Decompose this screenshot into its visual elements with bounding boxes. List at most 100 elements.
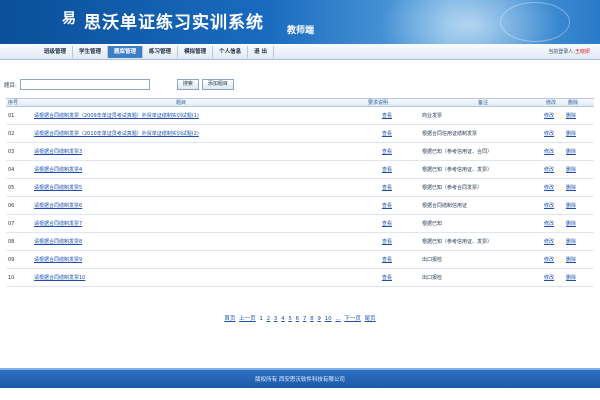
table-header: 序号 题目 要求说明 备注 修改 删除 — [6, 98, 594, 107]
pager-prev[interactable]: 上一页 — [239, 316, 256, 322]
row-no: 10 — [8, 274, 15, 281]
row-note: 根据已知 — [422, 221, 443, 227]
pager-page[interactable]: 3 — [274, 316, 278, 322]
view-link[interactable]: 查看 — [382, 131, 392, 137]
pager-page[interactable]: 6 — [296, 316, 300, 322]
pager-page[interactable]: 4 — [281, 316, 285, 322]
pager-first[interactable]: 首页 — [224, 316, 235, 322]
view-link[interactable]: 查看 — [382, 149, 392, 155]
delete-link[interactable]: 删除 — [566, 167, 576, 173]
nav-item-students[interactable]: 学生管理 — [73, 46, 109, 58]
header-banner: 易 思沃单证练习实训系统 教师端 — [0, 0, 600, 44]
edit-link[interactable]: 修改 — [544, 131, 554, 137]
edit-link[interactable]: 修改 — [544, 113, 554, 119]
pager-last[interactable]: 尾页 — [365, 316, 376, 322]
question-link[interactable]: 请根据合同缮制发票8 — [34, 239, 82, 245]
header-name: 题目 — [176, 100, 187, 106]
delete-link[interactable]: 删除 — [566, 185, 576, 191]
edit-link[interactable]: 修改 — [544, 149, 554, 155]
view-link[interactable]: 查看 — [382, 275, 392, 281]
add-question-button[interactable]: 添加题目 — [201, 79, 234, 90]
table-row: 10 请根据合同缮制发票10 查看 出口报检 修改 删除 — [6, 269, 594, 287]
nav-item-question-bank[interactable]: 题库管理 — [108, 46, 144, 58]
row-note: 根据合同信用证缮制发票 — [422, 131, 478, 137]
row-no: 07 — [8, 220, 15, 227]
pager-page[interactable]: 8 — [310, 316, 314, 322]
edit-link[interactable]: 修改 — [544, 221, 554, 227]
logo-icon: 易 — [62, 11, 76, 27]
login-info: 当前登录人:王晓妍 — [548, 48, 590, 55]
pager-next[interactable]: 下一页 — [344, 316, 361, 322]
view-link[interactable]: 查看 — [382, 203, 392, 209]
view-link[interactable]: 查看 — [382, 257, 392, 263]
search-button[interactable]: 搜索 — [176, 79, 199, 90]
nav-item-logout[interactable]: 退 出 — [248, 46, 275, 58]
delete-link[interactable]: 删除 — [566, 113, 576, 119]
search-label: 题目: — [4, 82, 17, 89]
view-link[interactable]: 查看 — [382, 239, 392, 245]
question-link[interactable]: 请根据合同缮制发票（2010年单证员考试真题）外贸单证缮制实训试题(2) — [34, 131, 199, 137]
row-no: 02 — [8, 130, 15, 137]
row-no: 04 — [8, 166, 15, 173]
pager-page[interactable]: 5 — [288, 316, 292, 322]
question-link[interactable]: 请根据合同缮制发票3 — [34, 149, 82, 155]
row-note: 根据已知（参考信用证、发票） — [422, 167, 493, 173]
view-link[interactable]: 查看 — [382, 221, 392, 227]
row-no: 09 — [8, 256, 15, 263]
header-desc: 要求说明 — [368, 100, 389, 106]
footer: 版权所有 西安思沃软件科技有限公司 — [0, 368, 600, 388]
main-nav: 班级管理 学生管理 题库管理 练习管理 模拟管理 个人信息 退 出 当前登录人:… — [0, 44, 600, 60]
pagination: 首页 上一页 1 2 3 4 5 6 7 8 9 10 ... 下一页 尾页 — [0, 314, 600, 322]
nav-item-class[interactable]: 班级管理 — [38, 46, 74, 58]
delete-link[interactable]: 删除 — [566, 221, 576, 227]
delete-link[interactable]: 删除 — [566, 257, 576, 263]
row-note: 根据已知（参考合同发票） — [422, 185, 483, 191]
table-row: 02 请根据合同缮制发票（2010年单证员考试真题）外贸单证缮制实训试题(2) … — [6, 125, 594, 143]
row-no: 06 — [8, 202, 15, 209]
table-row: 06 请根据合同缮制发票6 查看 根据合同缮制信用证 修改 删除 — [6, 197, 594, 215]
edit-link[interactable]: 修改 — [544, 203, 554, 209]
edit-link[interactable]: 修改 — [544, 239, 554, 245]
edit-link[interactable]: 修改 — [544, 275, 554, 281]
view-link[interactable]: 查看 — [382, 185, 392, 191]
pager-page[interactable]: 7 — [303, 316, 307, 322]
delete-link[interactable]: 删除 — [566, 275, 576, 281]
table-row: 03 请根据合同缮制发票3 查看 根据已知（参考信用证、合同） 修改 删除 — [6, 143, 594, 161]
question-link[interactable]: 请根据合同缮制发票7 — [34, 221, 82, 227]
search-input[interactable] — [19, 79, 150, 90]
pager-ellipsis[interactable]: ... — [335, 316, 340, 322]
view-link[interactable]: 查看 — [382, 167, 392, 173]
nav-item-profile[interactable]: 个人信息 — [213, 46, 249, 58]
nav-item-simulation[interactable]: 模拟管理 — [178, 46, 214, 58]
row-no: 08 — [8, 238, 15, 245]
question-link[interactable]: 请根据合同缮制发票6 — [34, 203, 82, 209]
pager-page[interactable]: 9 — [317, 316, 321, 322]
delete-link[interactable]: 删除 — [566, 239, 576, 245]
row-no: 01 — [8, 112, 15, 119]
view-link[interactable]: 查看 — [382, 113, 392, 119]
question-link[interactable]: 请根据合同缮制发票10 — [34, 275, 85, 281]
search-bar: 题目: 搜索 添加题目 — [4, 79, 234, 90]
row-no: 05 — [8, 184, 15, 191]
edit-link[interactable]: 修改 — [544, 167, 554, 173]
question-link[interactable]: 请根据合同缮制发票5 — [34, 185, 82, 191]
table-row: 07 请根据合同缮制发票7 查看 根据已知 修改 删除 — [6, 215, 594, 233]
edit-link[interactable]: 修改 — [544, 257, 554, 263]
globe-decoration — [500, 2, 570, 42]
delete-link[interactable]: 删除 — [566, 203, 576, 209]
edit-link[interactable]: 修改 — [544, 185, 554, 191]
pager-page-current[interactable]: 1 — [259, 316, 263, 322]
nav-item-practice[interactable]: 练习管理 — [143, 46, 179, 58]
header-note: 备注 — [478, 100, 489, 106]
pager-page[interactable]: 2 — [267, 316, 271, 322]
copyright-text: 版权所有 西安思沃软件科技有限公司 — [255, 377, 345, 383]
question-link[interactable]: 请根据合同缮制发票4 — [34, 167, 82, 173]
login-user: 王晓妍 — [574, 49, 590, 55]
nav-items: 班级管理 学生管理 题库管理 练习管理 模拟管理 个人信息 退 出 — [38, 46, 275, 58]
delete-link[interactable]: 删除 — [566, 131, 576, 137]
pager-page[interactable]: 10 — [325, 316, 332, 322]
row-note: 根据已知（参考信用证、发票） — [422, 239, 493, 245]
question-link[interactable]: 请根据合同缮制发票9 — [34, 257, 82, 263]
question-link[interactable]: 请根据合同缮制发票（2009年单证员考试真题）外贸单证缮制实训试题(1) — [34, 113, 199, 119]
delete-link[interactable]: 删除 — [566, 149, 576, 155]
